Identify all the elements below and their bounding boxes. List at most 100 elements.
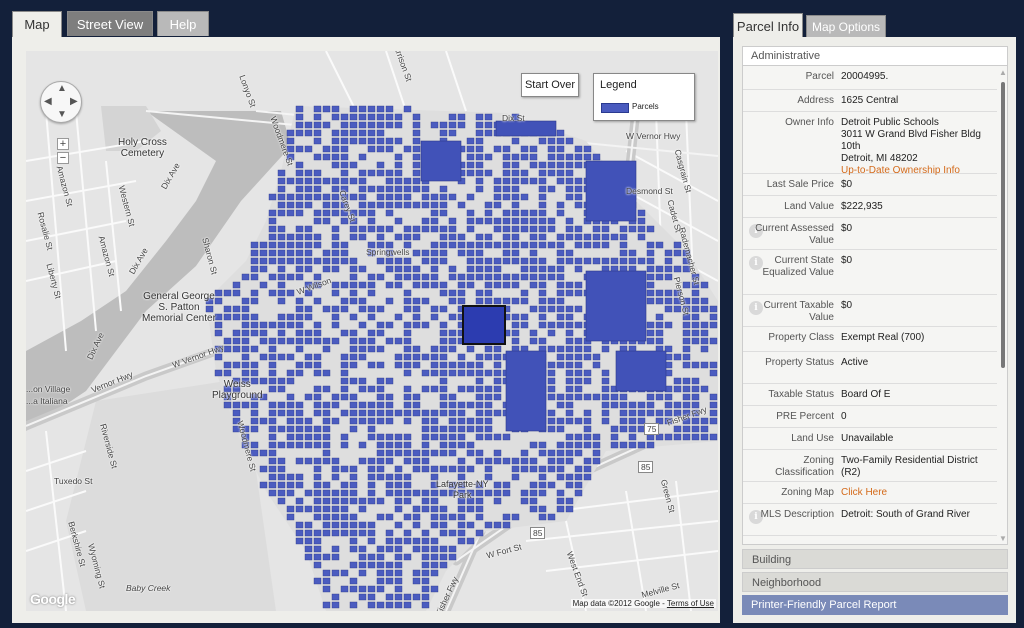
detail-value-line: Two-Family Residential District (841, 455, 978, 466)
detail-row: Property Status Active (743, 352, 997, 384)
map-label-italiana: ...a Italiana (26, 396, 68, 406)
detail-value-line: (R2) (841, 467, 861, 478)
map-label-village: ...on Village (26, 384, 71, 394)
detail-value-line: $0 (841, 223, 853, 234)
detail-row: i Current State Equalized Value $0 (743, 250, 997, 295)
zoom-out-button[interactable]: − (57, 152, 69, 164)
section-administrative[interactable]: Administrative (742, 46, 1008, 66)
start-over-button[interactable]: Start Over (521, 73, 579, 97)
map-label-lafayette: Lafayette-NY Park (436, 479, 489, 500)
detail-label: Zoning Classification (775, 455, 834, 478)
detail-label: PRE Percent (776, 411, 834, 422)
printer-friendly-report-button[interactable]: Printer-Friendly Parcel Report (742, 595, 1008, 615)
map-label-83: 85 (530, 527, 546, 539)
detail-row: i Current Taxable Value $0 (743, 295, 997, 327)
detail-value-line: 1625 Central (841, 95, 899, 106)
detail-label: Last Sale Price (766, 179, 834, 190)
map-pan-control[interactable]: ▲ ▼ ◀ ▶ (40, 81, 82, 123)
detail-label: Property Status (765, 357, 834, 368)
parcel-details: Parcel 20004995. Address 1625 Central Owner … (742, 66, 1008, 545)
detail-row: Zoning Classification Two-Family Resident… (743, 450, 997, 482)
detail-value-line: Detroit Public Schools (841, 117, 939, 128)
section-building[interactable]: Building (742, 549, 1008, 569)
map-label-85: 85 (638, 461, 654, 473)
detail-value: Board Of E (841, 389, 995, 401)
map-label-weiss: Weiss Playground (212, 379, 263, 401)
tab-parcel-info[interactable]: Parcel Info (733, 13, 803, 38)
detail-value-line: 20004995. (841, 71, 889, 82)
map-label-springwells: Springwells (366, 247, 410, 257)
google-logo: Google (30, 591, 76, 607)
pan-up-icon[interactable]: ▲ (57, 83, 67, 94)
detail-label: Owner Info (785, 117, 834, 128)
detail-value: Exempt Real (700) (841, 332, 995, 344)
detail-value-line: $0 (841, 300, 853, 311)
map-label-patton: General George S. Patton Memorial Center (142, 291, 216, 324)
detail-row: Property Class Exempt Real (700) (743, 327, 997, 352)
tab-map[interactable]: Map (12, 11, 62, 38)
pan-left-icon[interactable]: ◀ (44, 96, 52, 107)
detail-value-line: Unavailable (841, 433, 894, 444)
detail-value-line: Board Of E (841, 389, 891, 400)
detail-row: i MLS Description Detroit: South of Grand … (743, 504, 997, 536)
detail-label: MLS Description (760, 509, 834, 520)
detail-value-line: Detroit, MI 48202 (841, 153, 918, 164)
detail-value: Detroit Public Schools 3011 W Grand Blvd … (841, 117, 995, 177)
map-label-desmond: Desmond St (626, 186, 673, 196)
map-label-tuxedo: Tuxedo St (54, 476, 93, 486)
detail-row: i Current Assessed Value $0 (743, 218, 997, 250)
detail-value-line: $222,935 (841, 201, 883, 212)
map-legend: Legend Parcels (593, 73, 695, 121)
detail-row: Parcel 20004995. (743, 66, 997, 90)
detail-value-line: 0 (841, 411, 847, 422)
map-label-w-vernor-hwy-2: W Vernor Hwy (626, 131, 681, 141)
detail-row: Taxable Status Board Of E (743, 384, 997, 406)
detail-value: $0 (841, 179, 995, 191)
detail-label: Current Taxable Value (763, 300, 834, 323)
detail-value: Click Here (841, 487, 995, 499)
detail-label: Zoning Map (781, 487, 834, 498)
detail-row: Owner Info Detroit Public Schools 3011 W G… (743, 112, 997, 177)
detail-value: $0 (841, 223, 995, 235)
detail-label: Parcel (805, 71, 834, 82)
detail-row: Land Use Unavailable (743, 428, 997, 450)
detail-value: $222,935 (841, 201, 995, 213)
detail-label: Land Value (784, 201, 834, 212)
detail-value-line: 10th (841, 141, 861, 152)
detail-value: 0 (841, 411, 995, 423)
scrollbar-thumb[interactable] (1001, 82, 1005, 368)
details-scrollbar[interactable]: ▲ ▼ (997, 66, 1007, 544)
detail-row: Address 1625 Central (743, 90, 997, 112)
detail-value-line: $0 (841, 255, 853, 266)
map-label-dix-st: Dix St (502, 113, 525, 123)
detail-value-line: Detroit: South of Grand River (841, 509, 970, 520)
detail-value: 20004995. (841, 71, 995, 83)
zoom-in-button[interactable]: + (57, 138, 69, 150)
detail-link[interactable]: Click Here (841, 487, 995, 499)
map-panel: Holy Cross Cemetery General George S. Pa… (12, 37, 720, 623)
map-canvas[interactable]: Holy Cross Cemetery General George S. Pa… (26, 51, 718, 611)
legend-title: Legend (600, 79, 637, 91)
tab-map-options[interactable]: Map Options (806, 15, 886, 37)
pan-right-icon[interactable]: ▶ (70, 96, 78, 107)
terms-of-use-link[interactable]: Terms of Use (667, 599, 714, 608)
detail-row: Zoning Map Click Here (743, 482, 997, 504)
detail-value-line: Active (841, 357, 869, 368)
scroll-down-icon[interactable]: ▼ (999, 534, 1007, 543)
map-label-75: 75 (644, 423, 660, 435)
attribution-text: Map data ©2012 Google - (572, 599, 665, 608)
legend-parcels-swatch (601, 103, 629, 113)
detail-label: Property Class (768, 332, 834, 343)
detail-value: Active (841, 357, 995, 369)
section-neighborhood[interactable]: Neighborhood (742, 572, 1008, 592)
detail-label: Address (797, 95, 834, 106)
tab-help[interactable]: Help (157, 11, 209, 36)
detail-label: Current State Equalized Value (762, 255, 834, 278)
parcel-info-panel: Administrative Parcel 20004995. Address 162… (733, 37, 1016, 623)
detail-value: Unavailable (841, 433, 995, 445)
pan-down-icon[interactable]: ▼ (57, 109, 67, 120)
map-label-holy-cross: Holy Cross Cemetery (118, 137, 167, 159)
scroll-up-icon[interactable]: ▲ (999, 68, 1007, 77)
tab-street-view[interactable]: Street View (67, 11, 153, 36)
map-graphics (26, 51, 718, 611)
